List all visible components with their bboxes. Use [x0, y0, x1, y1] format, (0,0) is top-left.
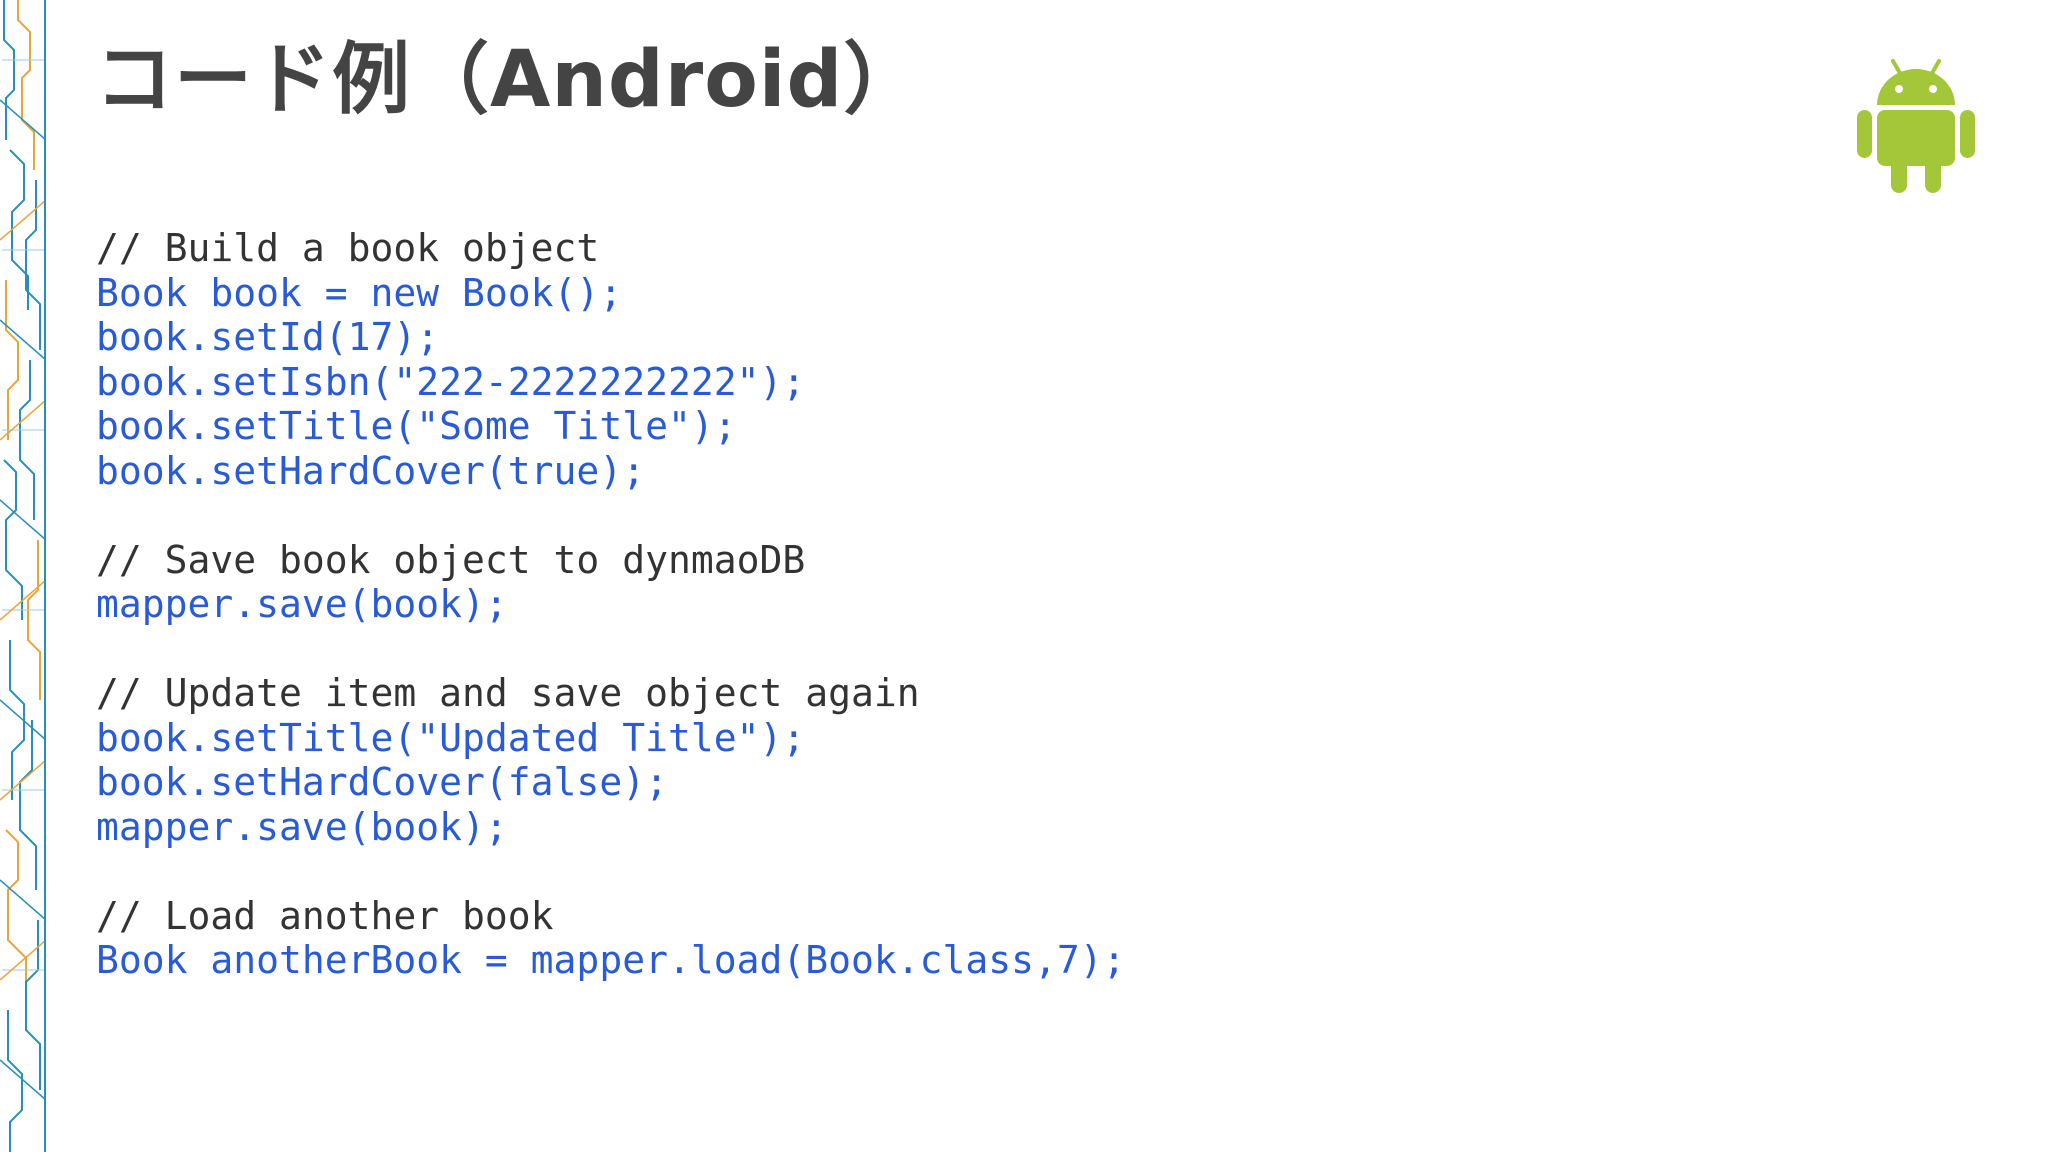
code-statement-line: book.setTitle("Some Title"); — [96, 404, 737, 448]
android-robot-icon — [1855, 55, 1977, 195]
circuit-pattern-graphic — [0, 0, 46, 1152]
code-comment-line: // Build a book object — [96, 226, 600, 270]
code-comment-line: // Update item and save object again — [96, 671, 920, 715]
decorative-circuit-border — [0, 0, 46, 1152]
code-statement-line: book.setTitle("Updated Title"); — [96, 715, 806, 760]
code-comment-line: // Save book object to dynmaoDB — [96, 537, 806, 582]
code-statement-line: book.setId(17); — [96, 315, 440, 359]
code-statement-line: mapper.save(book); — [96, 582, 508, 626]
code-comment-line: // Load another book — [96, 893, 554, 938]
slide: コード例（Android） // Build a book object Boo… — [0, 0, 2048, 1152]
code-statement-line: book.setHardCover(true); — [96, 448, 646, 493]
code-statement-line: Book anotherBook = mapper.load(Book.clas… — [96, 938, 1126, 982]
slide-title: コード例（Android） — [95, 35, 923, 125]
code-statement-line: book.setHardCover(false); — [96, 760, 668, 804]
code-statement-line: book.setIsbn("222-2222222222"); — [96, 359, 806, 404]
code-sample: // Build a book object Book book = new Bo… — [96, 226, 1126, 983]
code-statement-line: Book book = new Book(); — [96, 270, 623, 315]
code-statement-line: mapper.save(book); — [96, 804, 508, 849]
